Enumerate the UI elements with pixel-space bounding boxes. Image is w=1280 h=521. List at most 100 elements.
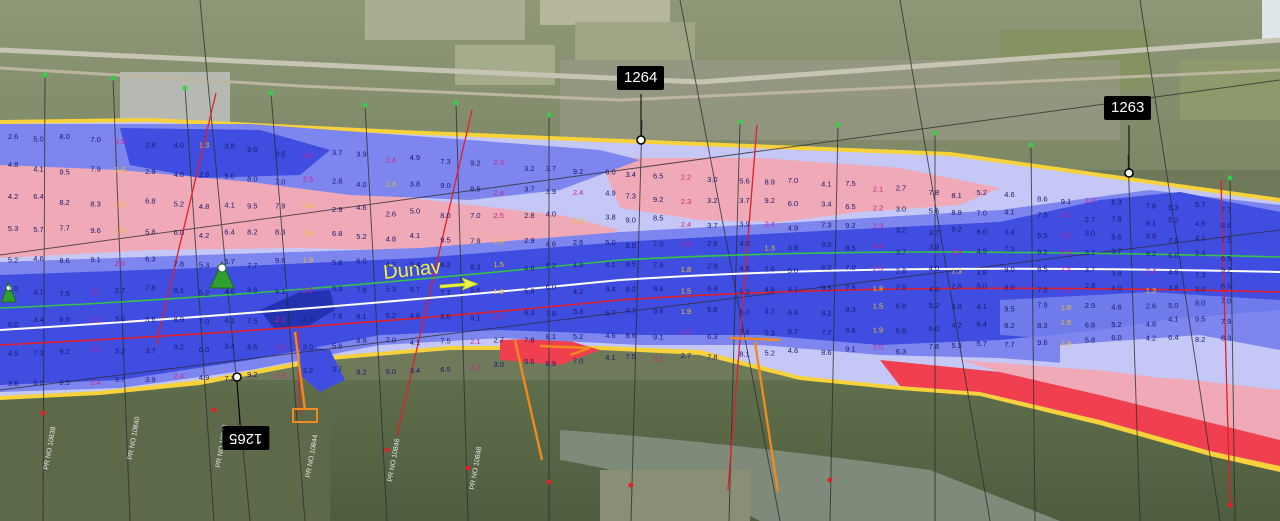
depth-sounding: 6.3 bbox=[1111, 198, 1121, 207]
depth-sounding: 3.4 bbox=[224, 341, 234, 350]
depth-sounding: 5.7 bbox=[605, 309, 615, 318]
depth-sounding: 8.1 bbox=[951, 191, 961, 200]
km-marker-1265[interactable]: 1265 bbox=[222, 426, 270, 450]
depth-sounding: 4.2 bbox=[199, 231, 209, 240]
depth-sounding: 7.9 bbox=[1221, 317, 1231, 326]
depth-sounding: 1.5 bbox=[873, 302, 883, 311]
depth-sounding: 2.0 bbox=[303, 286, 313, 295]
field-patch bbox=[365, 0, 525, 40]
depth-sounding: 9.6 bbox=[1037, 338, 1047, 347]
depth-sounding: 6.4 bbox=[977, 320, 987, 329]
depth-sounding: 6.5 bbox=[1221, 254, 1231, 263]
depth-sounding: 3.9 bbox=[739, 220, 749, 229]
depth-sounding: 7.0 bbox=[1037, 286, 1047, 295]
depth-sounding: 5.2 bbox=[546, 261, 556, 270]
depth-sounding: 9.1 bbox=[470, 314, 480, 323]
depth-sounding: 4.1 bbox=[224, 200, 234, 209]
depth-sounding: 8.5 bbox=[845, 243, 855, 252]
clearing bbox=[600, 470, 750, 521]
depth-sounding: 1.8 bbox=[115, 165, 125, 174]
depth-sounding: 8.0 bbox=[626, 241, 636, 250]
depth-sounding: 6.0 bbox=[977, 228, 987, 237]
depth-sounding: 9.5 bbox=[440, 235, 450, 244]
depth-sounding: 6.0 bbox=[174, 228, 184, 237]
depth-sounding: 2.6 bbox=[199, 170, 209, 179]
depth-sounding: 3.4 bbox=[626, 170, 636, 179]
km-marker-1263[interactable]: 1263 bbox=[1104, 96, 1152, 120]
depth-sounding: 2.6 bbox=[1146, 302, 1156, 311]
endpoint-dot bbox=[182, 85, 188, 91]
depth-sounding: 9.6 bbox=[90, 226, 100, 235]
depth-sounding: 7.9 bbox=[845, 283, 855, 292]
depth-sounding: 2.9 bbox=[332, 205, 342, 214]
depth-sounding: 5.3 bbox=[951, 341, 961, 350]
depth-sounding: 7.5 bbox=[626, 352, 636, 361]
depth-sounding: 8.6 bbox=[59, 256, 69, 265]
depth-sounding: 1.3 bbox=[951, 266, 961, 275]
depth-sounding: 4.1 bbox=[410, 338, 420, 347]
depth-sounding: 4.6 bbox=[224, 287, 234, 296]
depth-sounding: 7.3 bbox=[33, 348, 43, 357]
depth-sounding: 1.9 bbox=[494, 287, 504, 296]
depth-sounding: 4.0 bbox=[356, 180, 366, 189]
depth-sounding: 7.3 bbox=[1195, 270, 1205, 279]
depth-sounding: 5.6 bbox=[145, 315, 155, 324]
depth-sounding: 2.5 bbox=[873, 264, 883, 273]
depth-sounding: 5.7 bbox=[1195, 200, 1205, 209]
depth-sounding: 6.3 bbox=[707, 332, 717, 341]
depth-sounding: 5.8 bbox=[1085, 336, 1095, 345]
depth-sounding: 7.8 bbox=[332, 312, 342, 321]
depth-sounding: 4.1 bbox=[1168, 314, 1178, 323]
depth-sounding: 1.3 bbox=[573, 216, 583, 225]
depth-sounding: 7.0 bbox=[386, 336, 396, 345]
depth-sounding: 8.3 bbox=[1037, 321, 1047, 330]
depth-sounding: 4.1 bbox=[788, 284, 798, 293]
depth-sounding: 4.2 bbox=[1146, 334, 1156, 343]
depth-sounding: 8.2 bbox=[440, 260, 450, 269]
depth-sounding: 8.9 bbox=[174, 315, 184, 324]
depth-sounding: 8.9 bbox=[356, 336, 366, 345]
depth-sounding: 7.0 bbox=[1168, 236, 1178, 245]
depth-sounding: 3.7 bbox=[524, 184, 534, 193]
depth-sounding: 2.4 bbox=[303, 151, 313, 160]
depth-sounding: 4.6 bbox=[356, 203, 366, 212]
depth-sounding: 4.6 bbox=[33, 254, 43, 263]
depth-sounding: 8.6 bbox=[1037, 194, 1047, 203]
depth-sounding: 6.5 bbox=[653, 172, 663, 181]
endpoint-dot bbox=[827, 477, 833, 483]
river-map[interactable]: Dunav 2.6 4.8 4.2 5.3 5.2 7.0 6.0 4.9 3.8 5.0 4.1 6… bbox=[0, 0, 1280, 521]
depth-sounding: 2.9 bbox=[707, 262, 717, 271]
depth-sounding: 7.7 bbox=[1004, 340, 1014, 349]
field-patch bbox=[1180, 60, 1280, 120]
depth-sounding: 5.6 bbox=[332, 342, 342, 351]
depth-sounding: 4.6 bbox=[788, 346, 798, 355]
depth-sounding: 2.3 bbox=[275, 371, 285, 380]
depth-sounding: 2.1 bbox=[653, 354, 663, 363]
depth-sounding: 9.6 bbox=[845, 326, 855, 335]
depth-sounding: 9.2 bbox=[247, 370, 257, 379]
depth-sounding: 7.3 bbox=[440, 157, 450, 166]
depth-sounding: 3.4 bbox=[33, 315, 43, 324]
depth-sounding: 5.2 bbox=[1168, 216, 1178, 225]
depth-sounding: 5.3 bbox=[1168, 203, 1178, 212]
depth-sounding: 5.2 bbox=[1111, 320, 1121, 329]
depth-sounding: 5.2 bbox=[174, 199, 184, 208]
depth-sounding: 3.4 bbox=[1195, 248, 1205, 257]
depth-sounding: 4.9 bbox=[1168, 268, 1178, 277]
depth-sounding: 4.1 bbox=[33, 288, 43, 297]
depth-sounding: 6.5 bbox=[1037, 231, 1047, 240]
km-marker-1264[interactable]: 1264 bbox=[617, 66, 665, 90]
depth-sounding: 7.0 bbox=[977, 209, 987, 218]
depth-sounding: 5.3 bbox=[573, 307, 583, 316]
depth-sounding: 2.7 bbox=[303, 315, 313, 324]
depth-sounding: 3.9 bbox=[929, 242, 939, 251]
depth-sounding: 2.5 bbox=[494, 211, 504, 220]
depth-sounding: 1.9 bbox=[303, 256, 313, 265]
depth-sounding: 7.8 bbox=[174, 259, 184, 268]
depth-sounding: 3.7 bbox=[1111, 247, 1121, 256]
depth-sounding: 6.0 bbox=[1111, 333, 1121, 342]
depth-sounding: 3.7 bbox=[145, 346, 155, 355]
depth-sounding: 5.7 bbox=[33, 225, 43, 234]
depth-sounding: 1.8 bbox=[303, 201, 313, 210]
depth-sounding: 2.9 bbox=[524, 236, 534, 245]
